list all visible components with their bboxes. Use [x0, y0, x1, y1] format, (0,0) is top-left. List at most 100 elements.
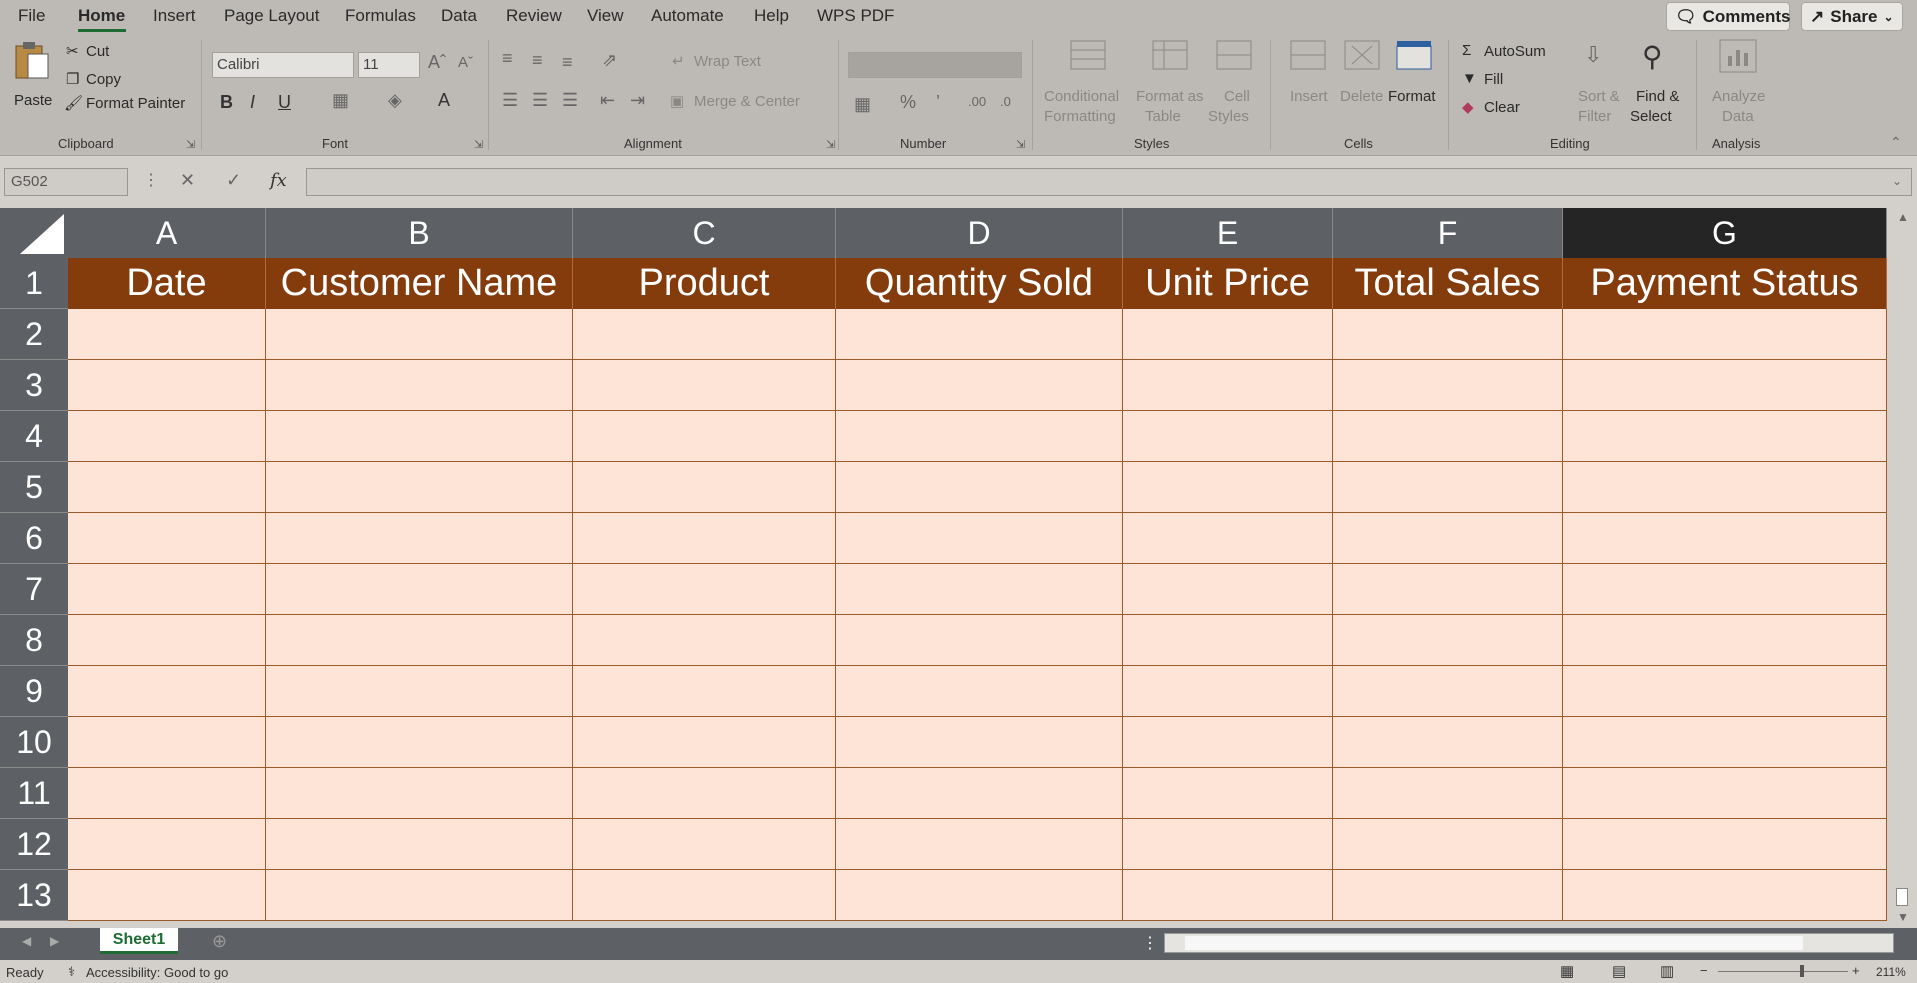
cell-g5[interactable]: [1563, 462, 1887, 513]
cell-f13[interactable]: [1333, 870, 1563, 921]
cell-f3[interactable]: [1333, 360, 1563, 411]
cell-e5[interactable]: [1123, 462, 1333, 513]
page-break-view-icon[interactable]: ▥: [1660, 962, 1674, 980]
cell-d6[interactable]: [836, 513, 1123, 564]
cell-b2[interactable]: [266, 309, 573, 360]
header-cell-f[interactable]: Total Sales: [1333, 258, 1563, 309]
cell-b10[interactable]: [266, 717, 573, 768]
scroll-up-icon[interactable]: ▲: [1897, 210, 1909, 224]
underline-icon[interactable]: U: [278, 92, 291, 113]
row-header-5[interactable]: 5: [0, 462, 68, 513]
clipboard-launcher-icon[interactable]: ⇲: [186, 138, 195, 151]
horizontal-scrollbar[interactable]: [1164, 933, 1894, 953]
fill-color-icon[interactable]: ◈: [388, 90, 402, 111]
alignment-launcher-icon[interactable]: ⇲: [826, 138, 835, 151]
cell-f2[interactable]: [1333, 309, 1563, 360]
accounting-icon[interactable]: ▦: [854, 94, 871, 115]
cell-f11[interactable]: [1333, 768, 1563, 819]
cell-e10[interactable]: [1123, 717, 1333, 768]
cell-d11[interactable]: [836, 768, 1123, 819]
cell-d9[interactable]: [836, 666, 1123, 717]
increase-font-icon[interactable]: Aˆ: [428, 52, 446, 73]
align-bottom-icon[interactable]: ≡: [562, 52, 573, 73]
cell-g10[interactable]: [1563, 717, 1887, 768]
menu-page-layout[interactable]: Page Layout: [224, 6, 319, 26]
cell-c8[interactable]: [573, 615, 836, 666]
column-header-f[interactable]: F: [1333, 208, 1563, 258]
select-all-corner[interactable]: [0, 208, 68, 258]
find-select-button[interactable]: ⚲ Find & Select: [1628, 38, 1690, 125]
cell-d10[interactable]: [836, 717, 1123, 768]
more-options-icon[interactable]: ⋮: [143, 170, 159, 190]
cell-g9[interactable]: [1563, 666, 1887, 717]
cell-b12[interactable]: [266, 819, 573, 870]
cell-c12[interactable]: [573, 819, 836, 870]
cell-d13[interactable]: [836, 870, 1123, 921]
share-button[interactable]: ↗ Share ⌄: [1801, 2, 1903, 31]
cell-d4[interactable]: [836, 411, 1123, 462]
cell-c10[interactable]: [573, 717, 836, 768]
decrease-indent-icon[interactable]: ⇤: [600, 90, 615, 111]
cell-d3[interactable]: [836, 360, 1123, 411]
menu-insert[interactable]: Insert: [153, 6, 196, 26]
cell-a10[interactable]: [68, 717, 266, 768]
cell-d2[interactable]: [836, 309, 1123, 360]
bold-icon[interactable]: B: [220, 92, 233, 113]
row-header-4[interactable]: 4: [0, 411, 68, 462]
clear-button[interactable]: ◆ Clear: [1462, 98, 1542, 120]
cell-g2[interactable]: [1563, 309, 1887, 360]
cell-g3[interactable]: [1563, 360, 1887, 411]
row-header-2[interactable]: 2: [0, 309, 68, 360]
cell-a13[interactable]: [68, 870, 266, 921]
cut-button[interactable]: ✂ Cut: [66, 42, 126, 64]
cell-b7[interactable]: [266, 564, 573, 615]
header-cell-e[interactable]: Unit Price: [1123, 258, 1333, 309]
cell-c6[interactable]: [573, 513, 836, 564]
paste-button[interactable]: Paste: [10, 40, 56, 122]
cell-g13[interactable]: [1563, 870, 1887, 921]
menu-automate[interactable]: Automate: [651, 6, 724, 26]
page-layout-view-icon[interactable]: ▤: [1612, 962, 1626, 980]
fill-button[interactable]: ▼ Fill: [1462, 70, 1532, 92]
header-cell-g[interactable]: Payment Status: [1563, 258, 1887, 309]
align-middle-icon[interactable]: ≡: [532, 50, 543, 71]
cell-g6[interactable]: [1563, 513, 1887, 564]
cell-e9[interactable]: [1123, 666, 1333, 717]
menu-formulas[interactable]: Formulas: [345, 6, 416, 26]
header-cell-c[interactable]: Product: [573, 258, 836, 309]
cell-c11[interactable]: [573, 768, 836, 819]
insert-cells-button[interactable]: Insert: [1284, 38, 1334, 122]
cell-g8[interactable]: [1563, 615, 1887, 666]
cell-c4[interactable]: [573, 411, 836, 462]
cell-a11[interactable]: [68, 768, 266, 819]
analyze-data-button[interactable]: Analyze Data: [1708, 38, 1770, 125]
align-left-icon[interactable]: ☰: [502, 90, 518, 111]
cell-d5[interactable]: [836, 462, 1123, 513]
font-size-select[interactable]: 11: [358, 52, 420, 78]
menu-data[interactable]: Data: [441, 6, 477, 26]
row-header-8[interactable]: 8: [0, 615, 68, 666]
cell-e6[interactable]: [1123, 513, 1333, 564]
cell-a2[interactable]: [68, 309, 266, 360]
format-painter-button[interactable]: 🖌 Format Painter: [64, 94, 194, 116]
formula-input[interactable]: [306, 168, 1912, 196]
cell-a3[interactable]: [68, 360, 266, 411]
merge-center-button[interactable]: ▣ Merge & Center: [670, 92, 824, 114]
cell-a6[interactable]: [68, 513, 266, 564]
menu-review[interactable]: Review: [506, 6, 562, 26]
accessibility-status[interactable]: Accessibility: Good to go: [86, 965, 228, 980]
cell-a7[interactable]: [68, 564, 266, 615]
cell-e13[interactable]: [1123, 870, 1333, 921]
cell-f6[interactable]: [1333, 513, 1563, 564]
row-header-1[interactable]: 1: [0, 258, 68, 309]
cell-a12[interactable]: [68, 819, 266, 870]
cancel-entry-icon[interactable]: ✕: [180, 170, 195, 191]
prev-sheet-icon[interactable]: ◀: [22, 934, 31, 948]
increase-indent-icon[interactable]: ⇥: [630, 90, 645, 111]
cell-a4[interactable]: [68, 411, 266, 462]
number-launcher-icon[interactable]: ⇲: [1016, 138, 1025, 151]
cell-b5[interactable]: [266, 462, 573, 513]
cell-e2[interactable]: [1123, 309, 1333, 360]
cell-b8[interactable]: [266, 615, 573, 666]
menu-home[interactable]: Home: [78, 6, 125, 26]
